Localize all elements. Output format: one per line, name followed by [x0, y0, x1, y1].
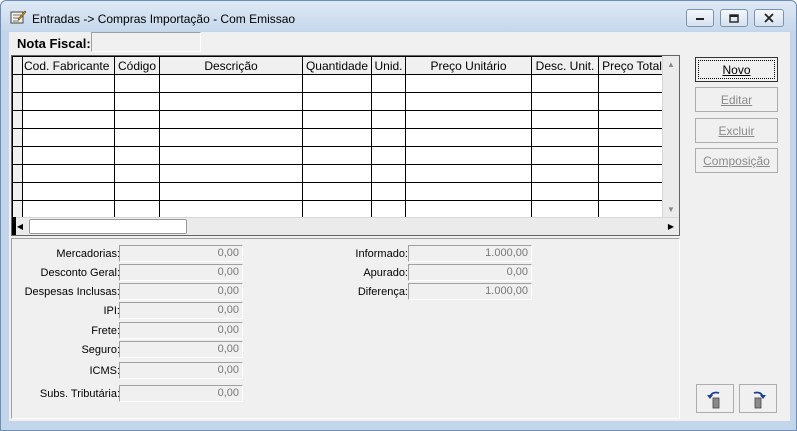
restore-icon: [729, 13, 739, 23]
redo-icon: [753, 391, 766, 408]
ipi-value: 0,00: [119, 302, 243, 319]
table-row[interactable]: [12, 182, 666, 201]
editar-button-label: Editar: [720, 92, 753, 107]
col-unid[interactable]: Unid.: [371, 56, 406, 75]
frete-value: 0,00: [119, 322, 243, 339]
form-client-area: Nota Fiscal: Cod. Fabricante Código Desc…: [9, 32, 790, 421]
main-window: Entradas -> Compras Importação - Com Emi…: [0, 0, 797, 431]
table-row[interactable]: [12, 146, 666, 165]
undo-icon: [707, 391, 720, 408]
novo-button-label: Novo: [722, 62, 751, 77]
excluir-button[interactable]: Excluir: [695, 118, 778, 143]
close-icon: [764, 13, 774, 23]
nota-fiscal-label: Nota Fiscal:: [17, 36, 91, 51]
window-title: Entradas -> Compras Importação - Com Emi…: [32, 12, 296, 26]
mercadorias-value: 0,00: [119, 245, 243, 262]
col-descricao[interactable]: Descrição: [159, 56, 303, 75]
maximize-button[interactable]: [720, 9, 748, 27]
table-row[interactable]: [12, 110, 666, 129]
excluir-button-label: Excluir: [718, 123, 755, 138]
scroll-up-icon[interactable]: ▲: [663, 56, 679, 72]
nota-fiscal-field[interactable]: [91, 32, 201, 52]
grid-horizontal-scrollbar[interactable]: ◀ ▶: [12, 217, 679, 235]
table-row[interactable]: [12, 74, 666, 93]
diferenca-value: 1.000,00: [408, 283, 532, 300]
items-table: Cod. Fabricante Código Descrição Quantid…: [12, 56, 666, 219]
apurado-value: 0,00: [408, 264, 532, 281]
redo-button[interactable]: [739, 384, 777, 413]
despesas-inclusas-label: Despesas Inclusas:: [24, 286, 120, 298]
ipi-label: IPI:: [103, 305, 120, 317]
apurado-label: Apurado:: [363, 267, 408, 279]
composicao-button[interactable]: Composição: [695, 148, 778, 173]
col-quantidade[interactable]: Quantidade: [302, 56, 372, 75]
col-preco-unitario[interactable]: Preço Unitário: [405, 56, 532, 75]
frete-label: Frete:: [91, 325, 120, 337]
desconto-geral-value: 0,00: [119, 264, 243, 281]
grid-header-row: Cod. Fabricante Código Descrição Quantid…: [12, 56, 666, 75]
composicao-button-label: Composição: [703, 153, 770, 168]
table-row[interactable]: [12, 200, 666, 219]
desconto-geral-label: Desconto Geral:: [40, 267, 120, 279]
informado-label: Informado:: [355, 248, 408, 260]
mercadorias-label: Mercadorias:: [56, 248, 120, 260]
grid-corner-marker: [12, 217, 16, 235]
editar-button[interactable]: Editar: [695, 87, 778, 112]
icms-value: 0,00: [119, 362, 243, 379]
icms-label: ICMS:: [89, 365, 120, 377]
scroll-right-icon[interactable]: ▶: [663, 218, 679, 235]
horizontal-scroll-thumb[interactable]: [29, 219, 187, 234]
table-row[interactable]: [12, 164, 666, 183]
diferenca-label: Diferença:: [357, 286, 408, 298]
col-desc-unit[interactable]: Desc. Unit.: [531, 56, 599, 75]
seguro-value: 0,00: [119, 341, 243, 358]
informado-value: 1.000,00: [408, 245, 532, 262]
col-cod-fabricante[interactable]: Cod. Fabricante: [22, 56, 115, 75]
col-preco-total[interactable]: Preço Total: [598, 56, 666, 75]
title-bar[interactable]: Entradas -> Compras Importação - Com Emi…: [1, 1, 796, 31]
novo-button[interactable]: Novo: [695, 57, 778, 82]
row-indicator-header: [12, 56, 23, 75]
despesas-inclusas-value: 0,00: [119, 283, 243, 300]
minimize-icon: [696, 18, 704, 20]
minimize-button[interactable]: [686, 9, 714, 27]
document-edit-icon: [9, 9, 27, 25]
subs-tributaria-label: Subs. Tributária:: [39, 388, 120, 400]
window-bottom-border: [9, 421, 790, 425]
close-button[interactable]: [754, 9, 784, 27]
seguro-label: Seguro:: [81, 344, 120, 356]
subs-tributaria-value: 0,00: [119, 385, 243, 402]
grid-vertical-scrollbar[interactable]: ▲ ▼: [662, 56, 679, 217]
scroll-down-icon[interactable]: ▼: [663, 201, 679, 217]
items-grid[interactable]: Cod. Fabricante Código Descrição Quantid…: [11, 55, 680, 236]
undo-button[interactable]: [696, 384, 734, 413]
totals-panel: Mercadorias: 0,00 Desconto Geral: 0,00 D…: [11, 238, 680, 419]
col-codigo[interactable]: Código: [114, 56, 160, 75]
table-row[interactable]: [12, 92, 666, 111]
table-row[interactable]: [12, 128, 666, 147]
